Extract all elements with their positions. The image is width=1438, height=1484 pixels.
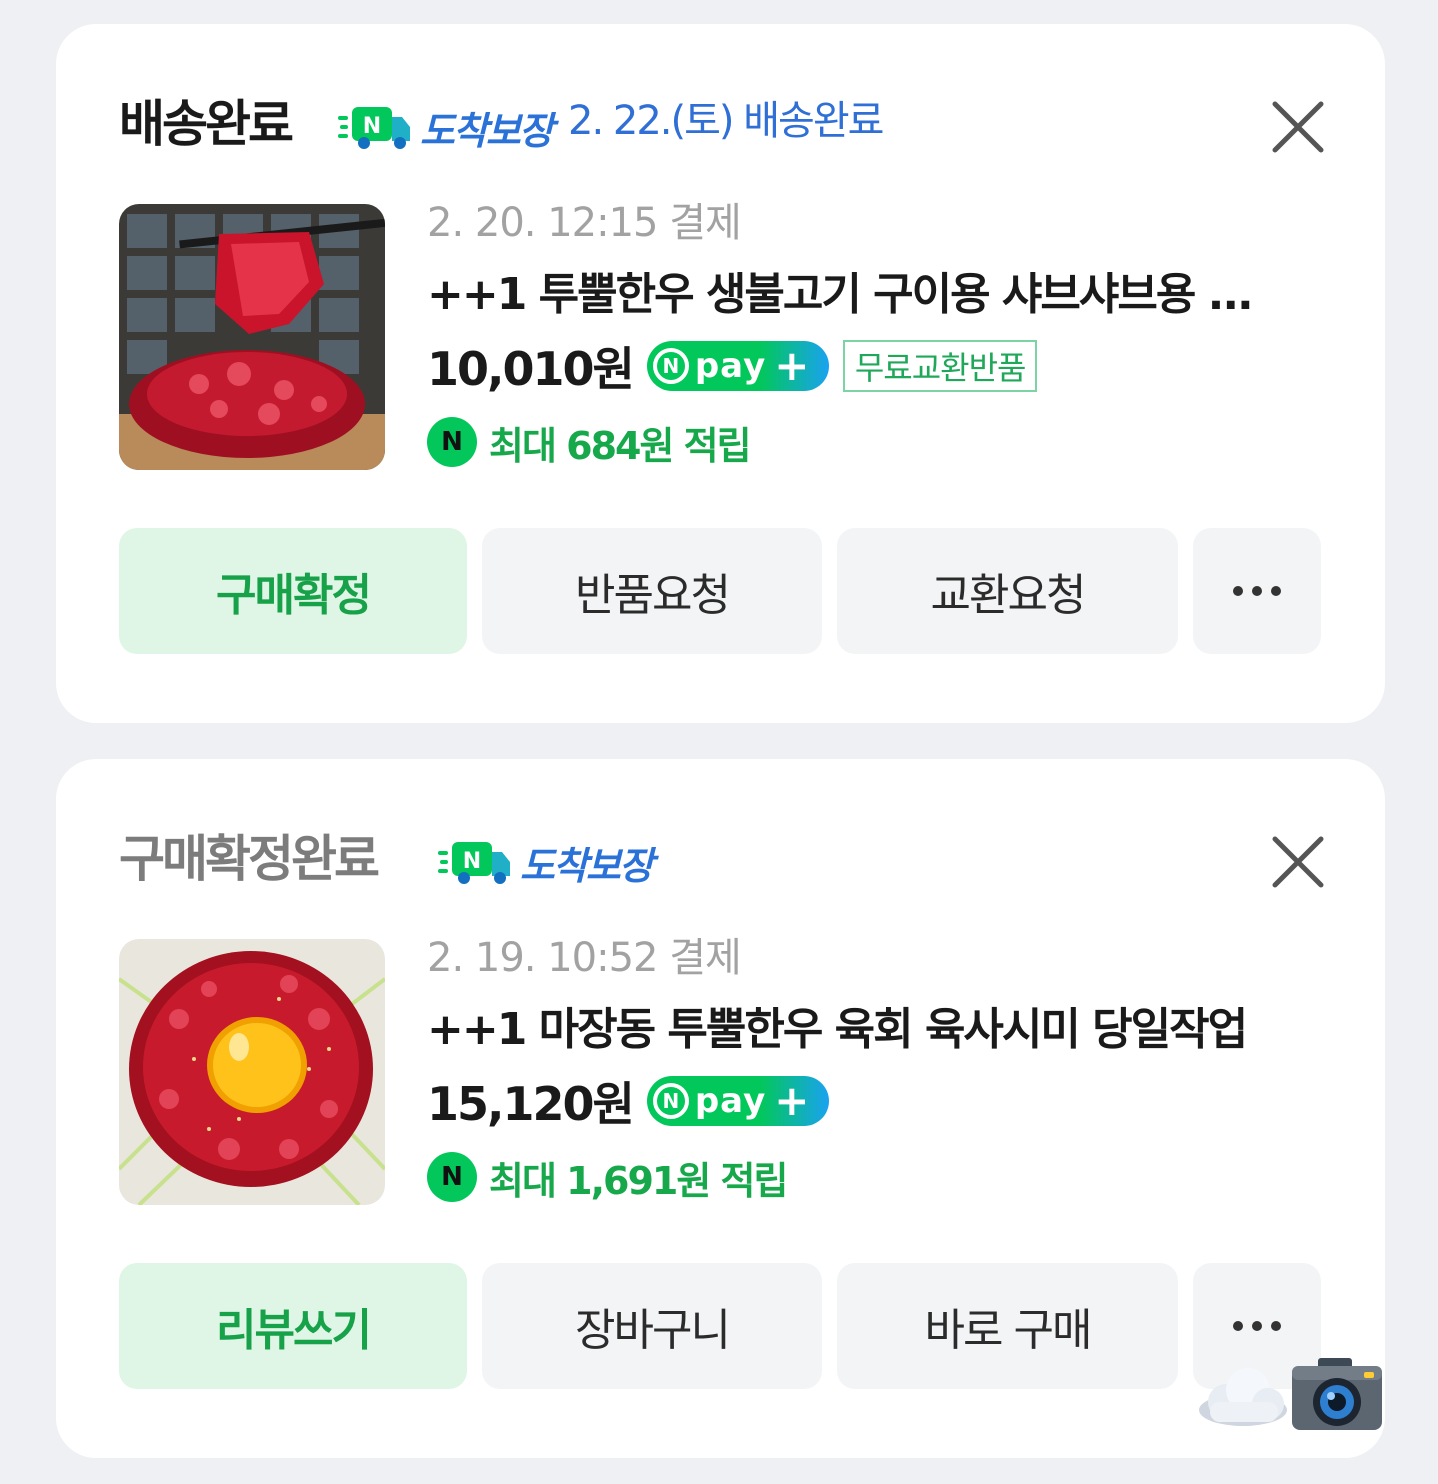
close-icon[interactable] [1271, 835, 1325, 889]
svg-text:N: N [463, 849, 481, 874]
more-horizontal-icon [1233, 1321, 1281, 1331]
free-exchange-badge: 무료교환반품 [842, 340, 1038, 392]
return-request-button[interactable]: 반품요청 [482, 528, 822, 654]
price-row: 15,120원 N pay + [427, 1073, 829, 1131]
floating-icons [1196, 1356, 1384, 1432]
naver-point-icon: N [427, 1152, 477, 1202]
naver-point-icon: N [427, 417, 477, 467]
payment-time: 2. 19. 10:52 결제 [427, 935, 742, 981]
write-review-button[interactable]: 리뷰쓰기 [119, 1263, 467, 1389]
payment-time: 2. 20. 12:15 결제 [427, 200, 742, 246]
cloud-icon[interactable] [1196, 1356, 1290, 1432]
reward-text: 최대 684원 적립 [489, 423, 752, 468]
add-to-cart-button[interactable]: 장바구니 [482, 1263, 822, 1389]
buy-now-button[interactable]: 바로 구매 [837, 1263, 1178, 1389]
confirm-purchase-button[interactable]: 구매확정 [119, 528, 467, 654]
npay-n-icon: N [652, 1083, 689, 1119]
order-status: 구매확정완료 [119, 830, 380, 888]
npay-label: pay [694, 346, 767, 386]
arrival-guarantee-badge: N 도착보장 [338, 102, 554, 153]
camera-icon[interactable] [1290, 1356, 1384, 1432]
npay-plus-badge: N pay + [646, 341, 829, 391]
price: 10,010원 [427, 342, 635, 396]
price-row: 10,010원 N pay + 무료교환반품 [427, 338, 1038, 396]
more-horizontal-icon [1233, 586, 1281, 596]
plus-icon: + [774, 341, 810, 390]
reward-row: N 최대 684원 적립 [427, 416, 752, 468]
product-name[interactable]: ++1 투뿔한우 생불고기 구이용 샤브샤브용 ... [427, 268, 1327, 322]
npay-label: pay [694, 1081, 767, 1121]
delivery-eta: 2. 22.(토) 배송완료 [568, 98, 884, 144]
badge-label: 도착보장 [420, 108, 554, 153]
reward-text: 최대 1,691원 적립 [489, 1158, 788, 1203]
badge-label: 도착보장 [520, 843, 654, 888]
price: 15,120원 [427, 1077, 635, 1131]
more-button[interactable] [1193, 528, 1321, 654]
delivery-truck-icon: N [438, 842, 510, 884]
exchange-request-button[interactable]: 교환요청 [837, 528, 1178, 654]
product-name[interactable]: ++1 마장동 투뿔한우 육회 육사시미 당일작업 [427, 1003, 1327, 1057]
npay-n-icon: N [652, 348, 689, 384]
reward-row: N 최대 1,691원 적립 [427, 1151, 788, 1203]
product-image[interactable] [119, 204, 385, 470]
close-icon[interactable] [1271, 100, 1325, 154]
order-card: 배송완료 N 도착보장 2. 22.(토) 배송완료 2. 20. 12:15 … [56, 24, 1385, 723]
order-card: 구매확정완료 N 도착보장 2. 19. 10:52 결제 ++1 마장동 투뿔… [56, 759, 1385, 1458]
arrival-guarantee-badge: N 도착보장 [438, 837, 654, 888]
plus-icon: + [774, 1076, 810, 1125]
npay-plus-badge: N pay + [646, 1076, 829, 1126]
order-status: 배송완료 [119, 95, 294, 153]
product-image[interactable] [119, 939, 385, 1205]
delivery-truck-icon: N [338, 107, 410, 149]
svg-text:N: N [363, 114, 381, 139]
